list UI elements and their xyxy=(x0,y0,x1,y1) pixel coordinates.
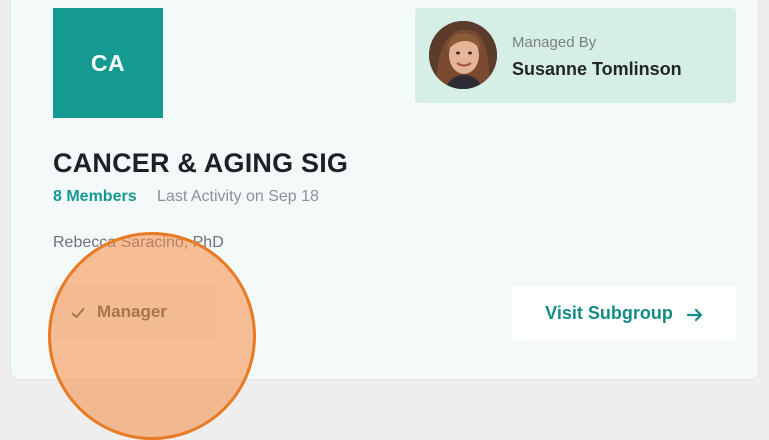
arrow-right-icon xyxy=(686,306,703,322)
group-owner: Rebecca Saracino, PhD xyxy=(53,234,224,251)
managed-by-label: Managed By xyxy=(512,34,597,51)
group-initials: CA xyxy=(90,49,126,76)
manager-name[interactable]: Susanne Tomlinson xyxy=(512,59,682,80)
members-count-link[interactable]: 8 Members xyxy=(53,188,137,205)
visit-subgroup-label: Visit Subgroup xyxy=(545,302,673,323)
group-meta: 8 Members Last Activity on Sep 18 xyxy=(53,188,319,206)
managed-by-panel: Managed By Susanne Tomlinson xyxy=(415,8,736,103)
check-icon xyxy=(71,305,85,319)
last-activity: Last Activity on Sep 18 xyxy=(157,188,319,205)
group-title[interactable]: CANCER & AGING SIG xyxy=(53,148,348,179)
manager-avatar xyxy=(429,21,497,89)
manager-role-label: Manager xyxy=(97,302,167,321)
visit-subgroup-button[interactable]: Visit Subgroup xyxy=(512,286,736,340)
group-initials-avatar: CA xyxy=(53,8,163,118)
manager-role-badge: Manager xyxy=(53,285,217,339)
